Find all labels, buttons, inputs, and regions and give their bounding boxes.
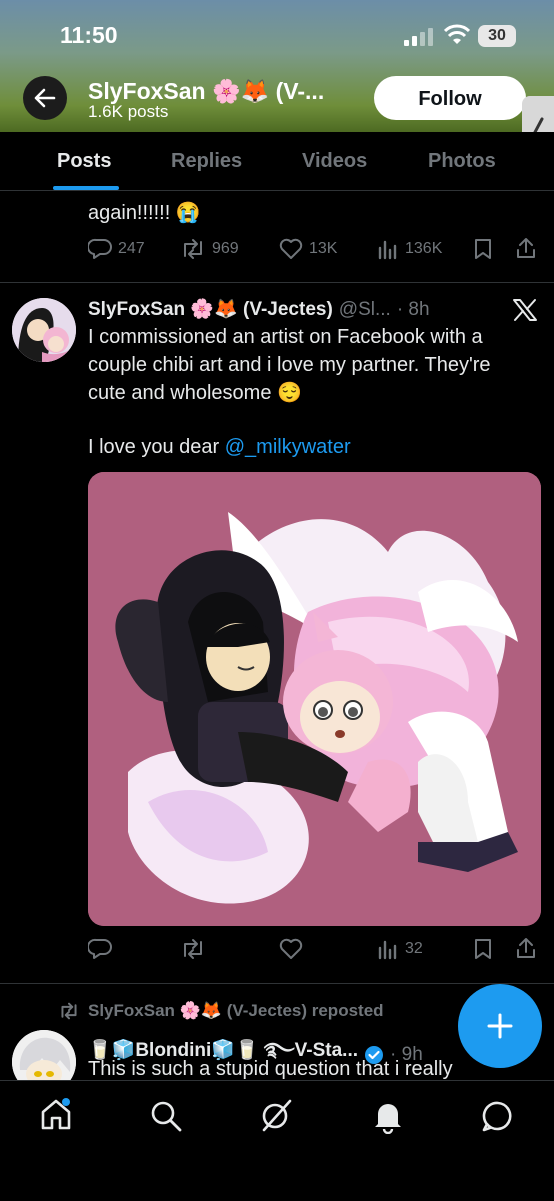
search-icon: [151, 1101, 182, 1132]
repost-label[interactable]: SlyFoxSan 🌸🦊 (V-Jectes) reposted: [88, 1001, 384, 1021]
tweet-divider: [0, 282, 554, 283]
mention-link[interactable]: @_milkywater: [225, 436, 351, 458]
next-tweet-text: This is such a stupid question that i re…: [88, 1058, 453, 1080]
tweet-text-line: cute and wholesome 😌: [88, 382, 302, 404]
avatar-image: [12, 298, 76, 362]
tweet-time: · 8h: [396, 299, 430, 320]
post-count: 1.6K posts: [88, 102, 169, 121]
author-avatar[interactable]: [12, 298, 76, 362]
tweet-text-prefix: I love you dear: [88, 436, 225, 458]
nav-notifications[interactable]: [370, 1098, 406, 1139]
status-time: 11:50: [60, 22, 118, 48]
views-icon: [378, 940, 397, 960]
prev-tweet-text: again!!!!!! 😭: [88, 202, 201, 224]
tweet-text: I commissioned an artist on Facebook wit…: [88, 323, 538, 407]
like-count: 13K: [309, 240, 338, 257]
back-button[interactable]: [23, 76, 67, 120]
home-icon: [41, 1098, 71, 1130]
views-icon: [378, 240, 397, 260]
tab-posts[interactable]: Posts: [57, 150, 111, 173]
tabs-divider: [0, 190, 554, 191]
tweet-header: SlyFoxSan 🌸🦊 (V-Jectes) @Sl... · 8h: [88, 297, 430, 321]
chibi-artwork-image: [88, 472, 541, 926]
battery-indicator: 30: [478, 25, 516, 47]
author-handle[interactable]: @Sl...: [339, 299, 391, 321]
chat-bubble-icon: [482, 1101, 512, 1132]
tab-replies[interactable]: Replies: [171, 150, 242, 173]
tab-photos[interactable]: Photos: [428, 150, 496, 173]
reply-button[interactable]: [88, 938, 112, 960]
bookmark-icon[interactable]: [473, 938, 493, 960]
prev-reply-button[interactable]: 247: [88, 238, 145, 260]
repost-button[interactable]: [180, 938, 206, 960]
wifi-icon: [444, 24, 470, 44]
repost-count: 969: [212, 240, 239, 257]
prev-like-button[interactable]: 13K: [279, 238, 337, 260]
prev-repost-button[interactable]: 969: [180, 238, 239, 260]
nav-grok[interactable]: [258, 1098, 294, 1139]
tab-videos[interactable]: Videos: [302, 150, 367, 173]
x-logo-icon: [513, 299, 537, 321]
views-count: 32: [405, 940, 423, 957]
heart-icon: [279, 238, 303, 259]
tweet-divider: [0, 983, 554, 984]
reply-icon: [88, 238, 112, 259]
tweet-text-line: couple chibi art and i love my partner. …: [88, 354, 491, 376]
author-name[interactable]: SlyFoxSan 🌸🦊 (V-Jectes): [88, 297, 333, 321]
bookmark-icon[interactable]: [473, 238, 493, 260]
reply-count: 247: [118, 240, 145, 257]
share-icon[interactable]: [515, 936, 537, 960]
nav-messages[interactable]: [480, 1098, 516, 1139]
repost-icon: [184, 939, 202, 959]
profile-name: SlyFoxSan 🌸🦊 (V-...: [88, 78, 325, 104]
nav-home[interactable]: [37, 1096, 75, 1134]
back-arrow-icon: [34, 88, 56, 108]
reply-icon: [88, 938, 112, 959]
compose-post-button[interactable]: [458, 984, 542, 1068]
prev-views-button[interactable]: 136K: [377, 238, 442, 260]
follow-button[interactable]: Follow: [374, 76, 526, 120]
views-button[interactable]: 32: [377, 938, 423, 960]
nav-search[interactable]: [148, 1098, 184, 1139]
repost-icon: [184, 239, 202, 259]
share-icon[interactable]: [515, 236, 537, 260]
views-count: 136K: [405, 240, 443, 257]
tweet-text-line: I commissioned an artist on Facebook wit…: [88, 326, 483, 348]
tweet-image[interactable]: [88, 472, 541, 926]
bell-icon: [375, 1104, 401, 1135]
repost-indicator-icon: [61, 1002, 77, 1020]
heart-icon: [279, 938, 303, 959]
tweet-text-mention-line: I love you dear @_milkywater: [88, 433, 351, 461]
signal-icon: [404, 28, 433, 46]
grok-icon: [262, 1099, 292, 1132]
like-button[interactable]: [279, 938, 303, 960]
plus-icon: [487, 1013, 513, 1039]
